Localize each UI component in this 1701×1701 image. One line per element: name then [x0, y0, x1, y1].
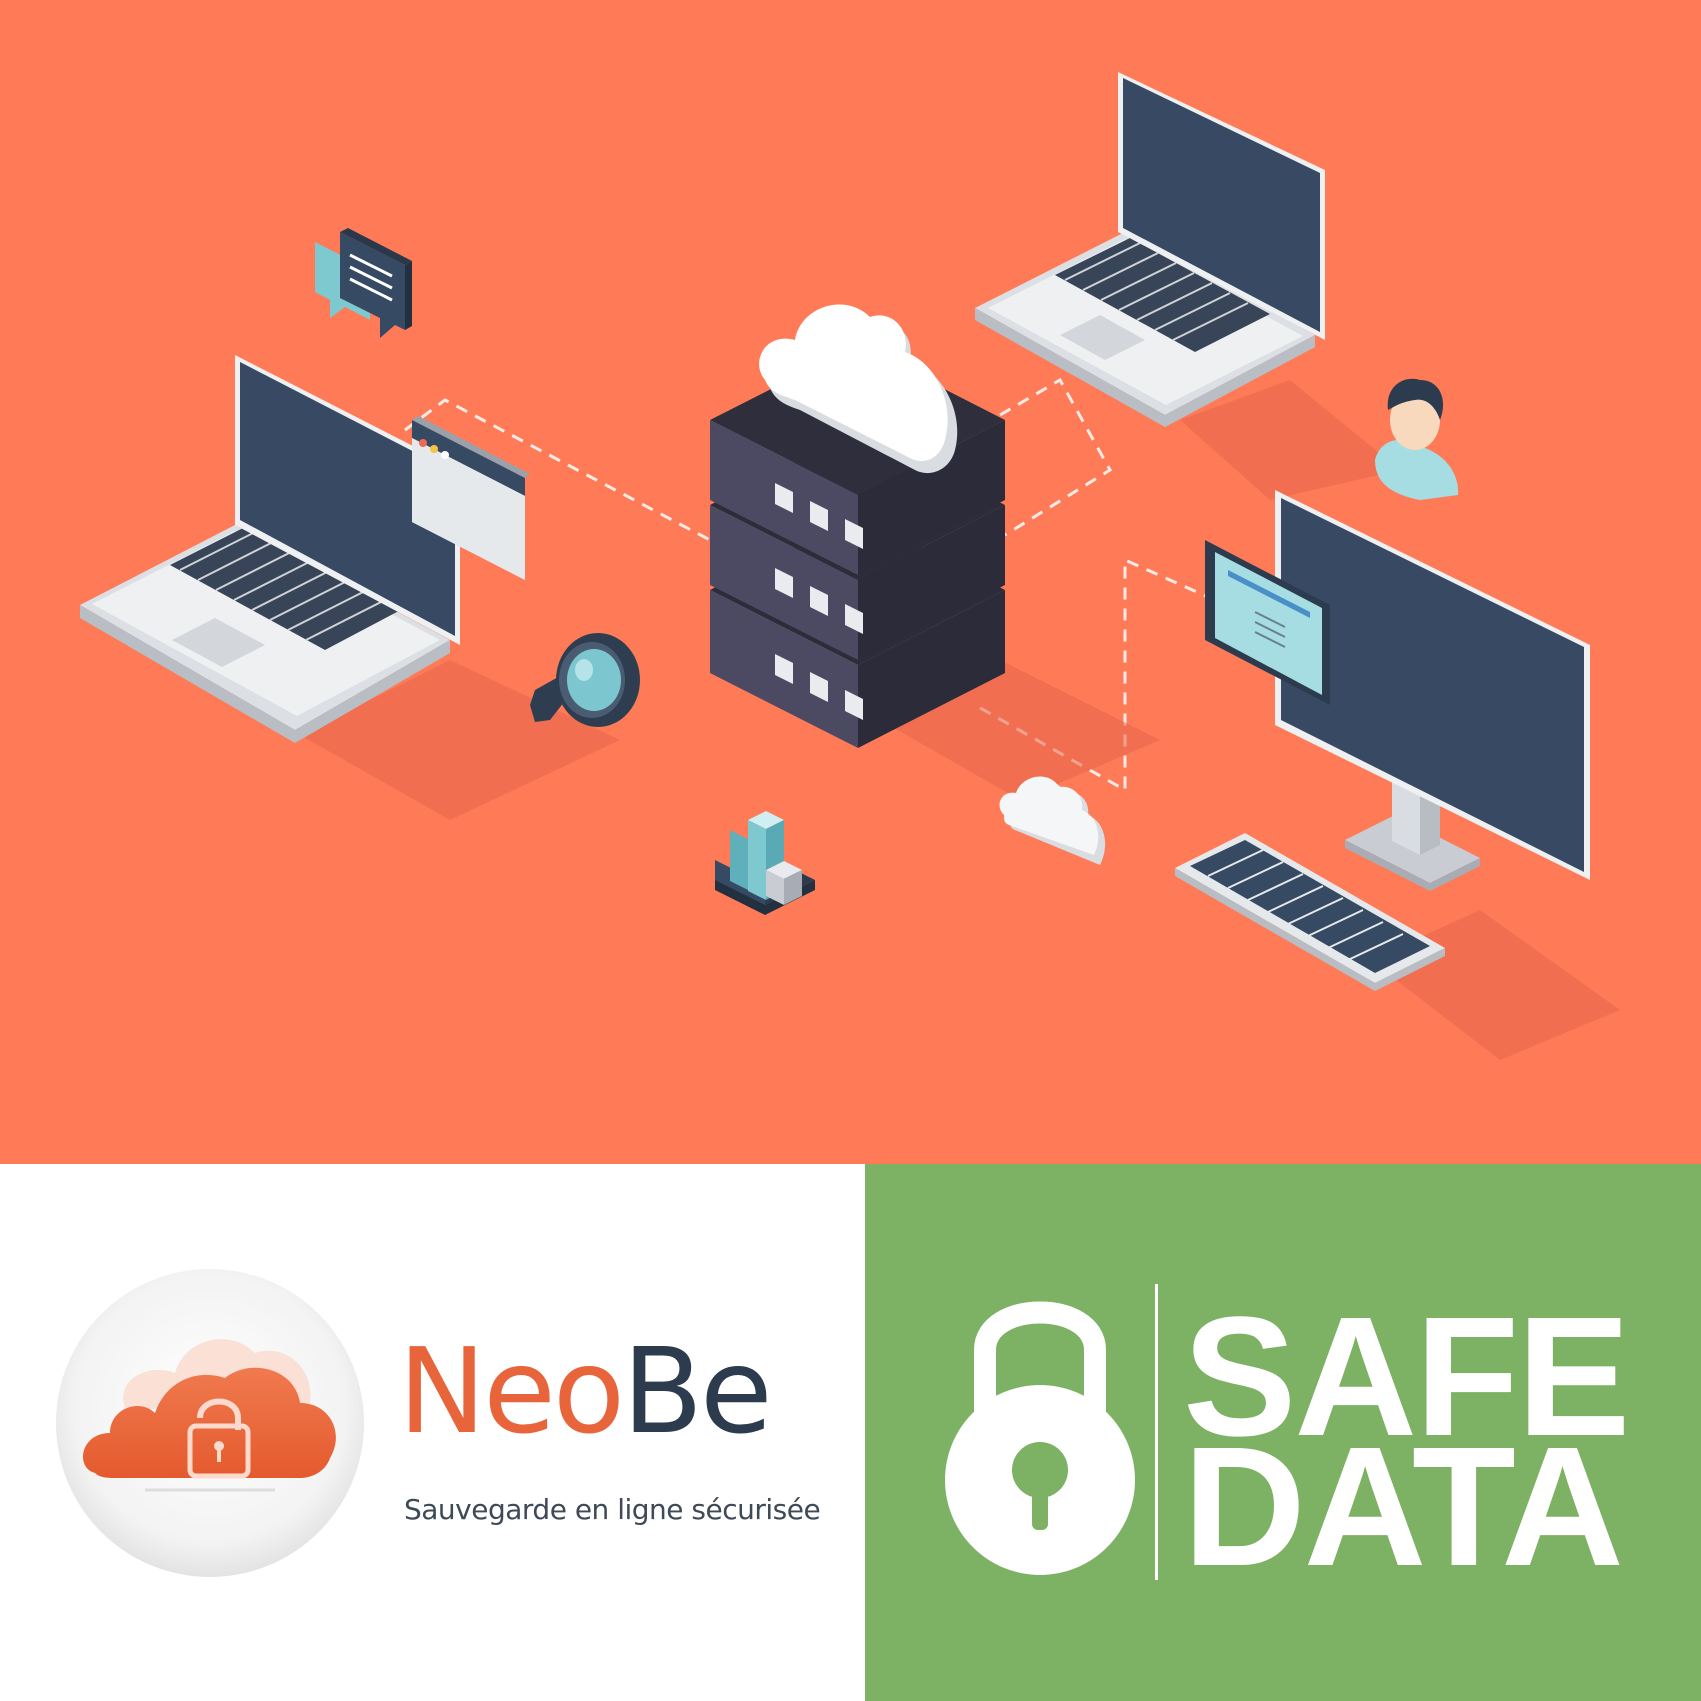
brand-tagline: Sauvegarde en ligne sécurisée — [404, 1493, 821, 1526]
network-scene — [0, 0, 1701, 1164]
brand-logo-text: NeoBe — [398, 1332, 773, 1450]
badge-line-data: DATA — [1183, 1412, 1624, 1602]
cloud-lock-icon — [56, 1269, 364, 1577]
badge-divider — [1155, 1284, 1158, 1580]
brand-name-neo: Neo — [398, 1322, 625, 1460]
hero-illustration — [0, 0, 1701, 1164]
padlock-icon — [945, 1301, 1135, 1575]
brand-name-be: Be — [622, 1322, 773, 1460]
